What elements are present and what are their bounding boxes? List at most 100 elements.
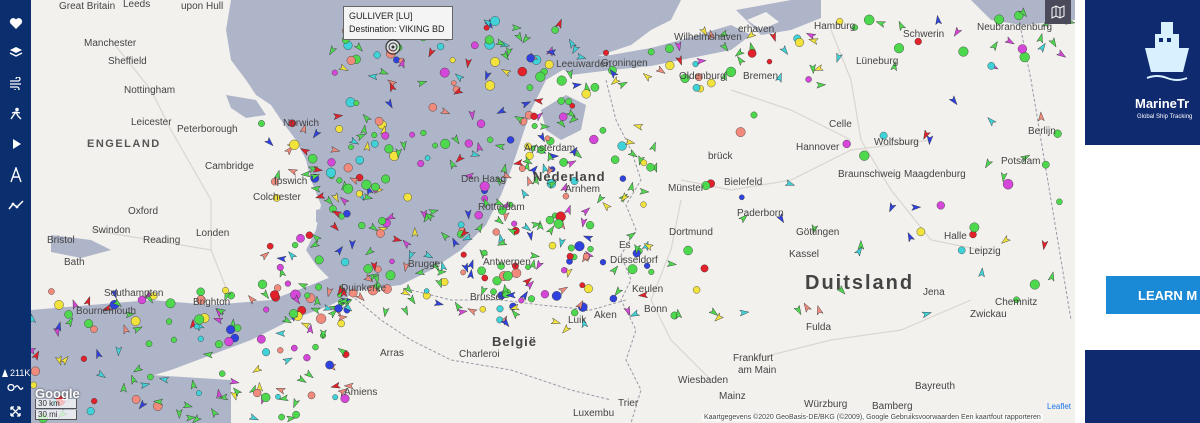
moving-vessel-marker[interactable] <box>246 293 258 305</box>
anchored-vessel-marker[interactable] <box>487 136 494 143</box>
anchored-vessel-marker[interactable] <box>617 141 627 151</box>
moving-vessel-marker[interactable] <box>666 260 678 268</box>
anchored-vessel-marker[interactable] <box>371 132 378 139</box>
moving-vessel-marker[interactable] <box>696 58 707 65</box>
leaflet-link[interactable]: Leaflet <box>1047 402 1071 411</box>
anchored-vessel-marker[interactable] <box>559 158 568 167</box>
play-track-icon[interactable] <box>0 129 31 159</box>
moving-vessel-marker[interactable] <box>361 112 372 124</box>
anchored-vessel-marker[interactable] <box>545 215 555 225</box>
anchored-vessel-marker[interactable] <box>460 251 467 258</box>
anchored-vessel-marker[interactable] <box>253 388 262 398</box>
anchored-vessel-marker[interactable] <box>355 155 364 165</box>
moving-vessel-marker[interactable] <box>560 323 572 336</box>
moving-vessel-marker[interactable] <box>539 123 550 130</box>
moving-vessel-marker[interactable] <box>363 140 371 152</box>
anchored-vessel-marker[interactable] <box>485 80 496 91</box>
anchored-vessel-marker[interactable] <box>195 390 202 396</box>
moving-vessel-marker[interactable] <box>739 309 750 317</box>
anchored-vessel-marker[interactable] <box>278 413 285 421</box>
anchored-vessel-marker[interactable] <box>619 175 627 182</box>
anchored-vessel-marker[interactable] <box>1002 178 1014 190</box>
moving-vessel-marker[interactable] <box>468 109 476 121</box>
anchored-vessel-marker[interactable] <box>270 290 280 300</box>
moving-vessel-marker[interactable] <box>469 150 481 159</box>
moving-vessel-marker[interactable] <box>627 148 639 159</box>
moving-vessel-marker[interactable] <box>353 41 364 54</box>
moving-vessel-marker[interactable] <box>533 97 544 105</box>
anchored-vessel-marker[interactable] <box>315 283 322 291</box>
anchored-vessel-marker[interactable] <box>166 318 173 325</box>
anchored-vessel-marker[interactable] <box>1042 160 1050 169</box>
anchored-vessel-marker[interactable] <box>957 246 966 255</box>
anchored-vessel-marker[interactable] <box>535 71 546 82</box>
moving-vessel-marker[interactable] <box>251 364 263 375</box>
anchored-vessel-marker[interactable] <box>490 16 500 27</box>
moving-vessel-marker[interactable] <box>735 55 746 67</box>
anchored-vessel-marker[interactable] <box>969 222 980 233</box>
anchored-vessel-marker[interactable] <box>457 221 465 229</box>
moving-vessel-marker[interactable] <box>875 19 887 28</box>
anchored-vessel-marker[interactable] <box>747 49 757 58</box>
anchored-vessel-marker[interactable] <box>381 131 390 140</box>
moving-vessel-marker[interactable] <box>426 47 437 59</box>
anchored-vessel-marker[interactable] <box>609 294 618 303</box>
anchored-vessel-marker[interactable] <box>451 80 457 86</box>
anchored-vessel-marker[interactable] <box>327 158 336 167</box>
moving-vessel-marker[interactable] <box>564 204 574 216</box>
moving-vessel-marker[interactable] <box>948 95 959 107</box>
moving-vessel-marker[interactable] <box>406 294 418 306</box>
moving-vessel-marker[interactable] <box>314 192 326 201</box>
anchored-vessel-marker[interactable] <box>233 324 242 332</box>
anchored-vessel-marker[interactable] <box>1017 44 1028 54</box>
moving-vessel-marker[interactable] <box>378 67 390 77</box>
moving-vessel-marker[interactable] <box>450 237 460 248</box>
moving-vessel-marker[interactable] <box>433 299 445 308</box>
moving-vessel-marker[interactable] <box>926 134 934 146</box>
anchored-vessel-marker[interactable] <box>440 278 449 287</box>
anchored-vessel-marker[interactable] <box>540 290 550 299</box>
moving-vessel-marker[interactable] <box>300 320 312 330</box>
anchored-vessel-marker[interactable] <box>864 14 875 26</box>
ad-panel[interactable]: MarineTr Global Ship Tracking LEARN M <box>1085 0 1200 423</box>
anchored-vessel-marker[interactable] <box>197 335 204 342</box>
anchored-vessel-marker[interactable] <box>370 139 379 148</box>
moving-vessel-marker[interactable] <box>571 81 583 90</box>
anchored-vessel-marker[interactable] <box>266 242 274 250</box>
anchored-vessel-marker[interactable] <box>312 343 319 351</box>
moving-vessel-marker[interactable] <box>601 200 612 212</box>
moving-vessel-marker[interactable] <box>911 204 922 211</box>
moving-vessel-marker[interactable] <box>275 386 287 395</box>
layers-icon[interactable] <box>0 37 31 67</box>
anchored-vessel-marker[interactable] <box>665 44 674 53</box>
moving-vessel-marker[interactable] <box>296 374 308 385</box>
anchored-vessel-marker[interactable] <box>517 66 527 77</box>
anchored-vessel-marker[interactable] <box>84 319 93 328</box>
weather-wind-icon[interactable] <box>0 68 31 98</box>
anchored-vessel-marker[interactable] <box>590 83 600 92</box>
moving-vessel-marker[interactable] <box>259 250 271 261</box>
moving-vessel-marker[interactable] <box>779 44 790 57</box>
link-icon[interactable] <box>0 376 31 398</box>
moving-vessel-marker[interactable] <box>648 141 658 153</box>
moving-vessel-marker[interactable] <box>519 188 530 200</box>
anchored-vessel-marker[interactable] <box>556 75 567 86</box>
moving-vessel-marker[interactable] <box>322 304 334 313</box>
anchored-vessel-marker[interactable] <box>346 56 356 66</box>
anchored-vessel-marker[interactable] <box>274 284 282 292</box>
moving-vessel-marker[interactable] <box>338 195 350 207</box>
anchored-vessel-marker[interactable] <box>432 142 438 149</box>
moving-vessel-marker[interactable] <box>483 70 492 81</box>
anchored-vessel-marker[interactable] <box>304 292 311 299</box>
anchored-vessel-marker[interactable] <box>599 127 607 134</box>
anchored-vessel-marker[interactable] <box>292 242 299 249</box>
moving-vessel-marker[interactable] <box>493 215 506 226</box>
anchored-vessel-marker[interactable] <box>363 264 373 274</box>
anchored-vessel-marker[interactable] <box>526 54 535 63</box>
anchored-vessel-marker[interactable] <box>518 297 525 304</box>
moving-vessel-marker[interactable] <box>793 304 804 316</box>
moving-vessel-marker[interactable] <box>416 78 428 88</box>
moving-vessel-marker[interactable] <box>276 255 287 263</box>
anchored-vessel-marker[interactable] <box>263 306 270 313</box>
moving-vessel-marker[interactable] <box>94 348 103 360</box>
